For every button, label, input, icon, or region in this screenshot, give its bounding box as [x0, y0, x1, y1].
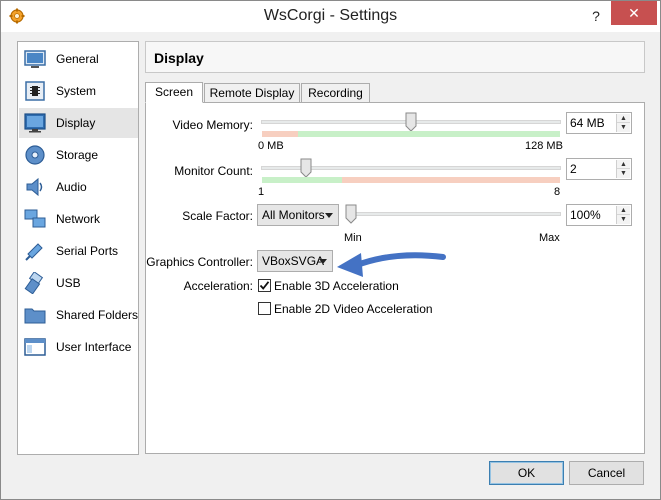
tab-remote-display[interactable]: Remote Display [204, 83, 300, 103]
help-button[interactable]: ? [583, 4, 609, 28]
sidebar-item-usb[interactable]: USB [19, 268, 138, 298]
tab-screen[interactable]: Screen [145, 82, 203, 103]
disk-icon [24, 144, 46, 166]
sidebar-item-display[interactable]: Display [19, 108, 138, 138]
video-memory-label: Video Memory: [172, 118, 253, 132]
monitor-count-slider-thumb[interactable] [300, 158, 312, 178]
spin-up-icon[interactable]: ▲ [617, 206, 630, 215]
scale-factor-label: Scale Factor: [182, 209, 253, 223]
video-memory-max-label: 128 MB [525, 140, 563, 152]
monitor-count-spinbox[interactable]: 2 ▲ ▼ [566, 158, 632, 180]
chip-icon [24, 80, 46, 102]
video-memory-spinbox[interactable]: 64 MB ▲ ▼ [566, 112, 632, 134]
general-icon [24, 48, 46, 70]
monitor-count-max-label: 8 [554, 186, 561, 198]
sidebar-item-label: Serial Ports [56, 244, 119, 258]
video-memory-scale [262, 131, 560, 137]
settings-sidebar: General System Display Storage Audio Net… [17, 41, 139, 455]
ok-button[interactable]: OK [489, 461, 564, 485]
sidebar-item-label: USB [56, 276, 81, 290]
spin-buttons: ▲ ▼ [616, 160, 630, 178]
monitor-count-label: Monitor Count: [174, 164, 253, 178]
page-title: Display [154, 50, 204, 66]
close-button[interactable]: ✕ [611, 1, 657, 25]
spin-up-icon[interactable]: ▲ [617, 160, 630, 169]
enable-2d-checkbox[interactable] [258, 302, 271, 315]
serial-port-icon [24, 240, 46, 262]
window-icon [24, 336, 46, 358]
sidebar-item-label: User Interface [56, 340, 132, 354]
title-bar[interactable]: WsCorgi - Settings ? ✕ [1, 1, 660, 32]
graphics-controller-select[interactable]: VBoxSVGA [257, 250, 333, 272]
monitor-count-min-label: 1 [258, 186, 265, 198]
sidebar-item-label: Audio [56, 180, 87, 194]
video-memory-slider-thumb[interactable] [405, 112, 417, 132]
folder-icon [24, 304, 46, 326]
enable-3d-label[interactable]: Enable 3D Acceleration [274, 279, 399, 293]
enable-3d-checkbox[interactable] [258, 279, 271, 292]
spin-down-icon[interactable]: ▼ [617, 123, 630, 132]
cancel-button[interactable]: Cancel [569, 461, 644, 485]
sidebar-item-serial-ports[interactable]: Serial Ports [19, 236, 138, 266]
annotation-arrow-icon [337, 252, 446, 277]
sidebar-item-storage[interactable]: Storage [19, 140, 138, 170]
scale-factor-slider-thumb[interactable] [345, 204, 357, 224]
speaker-icon [24, 176, 46, 198]
scale-factor-max-label: Max [539, 232, 560, 244]
monitor-count-scale [262, 177, 560, 183]
window-title: WsCorgi - Settings [263, 7, 398, 24]
chevron-down-icon [325, 213, 333, 218]
spin-down-icon[interactable]: ▼ [617, 169, 630, 178]
scale-factor-spinbox[interactable]: 100% ▲ ▼ [566, 204, 632, 226]
chevron-down-icon [319, 259, 327, 264]
spin-buttons: ▲ ▼ [616, 114, 630, 132]
settings-window: WsCorgi - Settings ? ✕ General System Di… [0, 0, 661, 500]
sidebar-item-label: System [56, 84, 97, 98]
sidebar-item-label: General [56, 52, 99, 66]
sidebar-item-user-interface[interactable]: User Interface [19, 332, 138, 362]
acceleration-label: Acceleration: [183, 279, 253, 293]
graphics-controller-value: VBoxSVGA [262, 254, 325, 268]
scale-factor-monitor-value: All Monitors [262, 208, 325, 222]
scale-factor-monitor-select[interactable]: All Monitors [257, 204, 339, 226]
graphics-controller-label: Graphics Controller: [146, 255, 253, 269]
sidebar-item-label: Storage [56, 148, 99, 162]
sidebar-item-label: Network [56, 212, 101, 226]
spin-down-icon[interactable]: ▼ [617, 215, 630, 224]
tab-recording[interactable]: Recording [301, 83, 370, 103]
sidebar-item-system[interactable]: System [19, 76, 138, 106]
sidebar-item-label: Display [56, 116, 96, 130]
monitor-icon [24, 112, 46, 134]
section-header: Display [145, 41, 645, 73]
sidebar-item-audio[interactable]: Audio [19, 172, 138, 202]
scale-factor-value: 100% [570, 208, 601, 222]
spin-buttons: ▲ ▼ [616, 206, 630, 224]
sidebar-item-network[interactable]: Network [19, 204, 138, 234]
sidebar-item-shared-folders[interactable]: Shared Folders [19, 300, 138, 330]
enable-2d-label[interactable]: Enable 2D Video Acceleration [274, 302, 433, 316]
monitor-count-value: 2 [570, 162, 577, 176]
sidebar-item-label: Shared Folders [56, 308, 139, 322]
checkmark-icon [259, 281, 270, 290]
spin-up-icon[interactable]: ▲ [617, 114, 630, 123]
scale-factor-min-label: Min [344, 232, 362, 244]
video-memory-value: 64 MB [570, 116, 605, 130]
video-memory-min-label: 0 MB [258, 140, 284, 152]
sidebar-item-general[interactable]: General [19, 44, 138, 74]
scale-factor-slider-track[interactable] [346, 212, 561, 216]
network-icon [24, 208, 46, 230]
usb-icon [24, 272, 46, 294]
